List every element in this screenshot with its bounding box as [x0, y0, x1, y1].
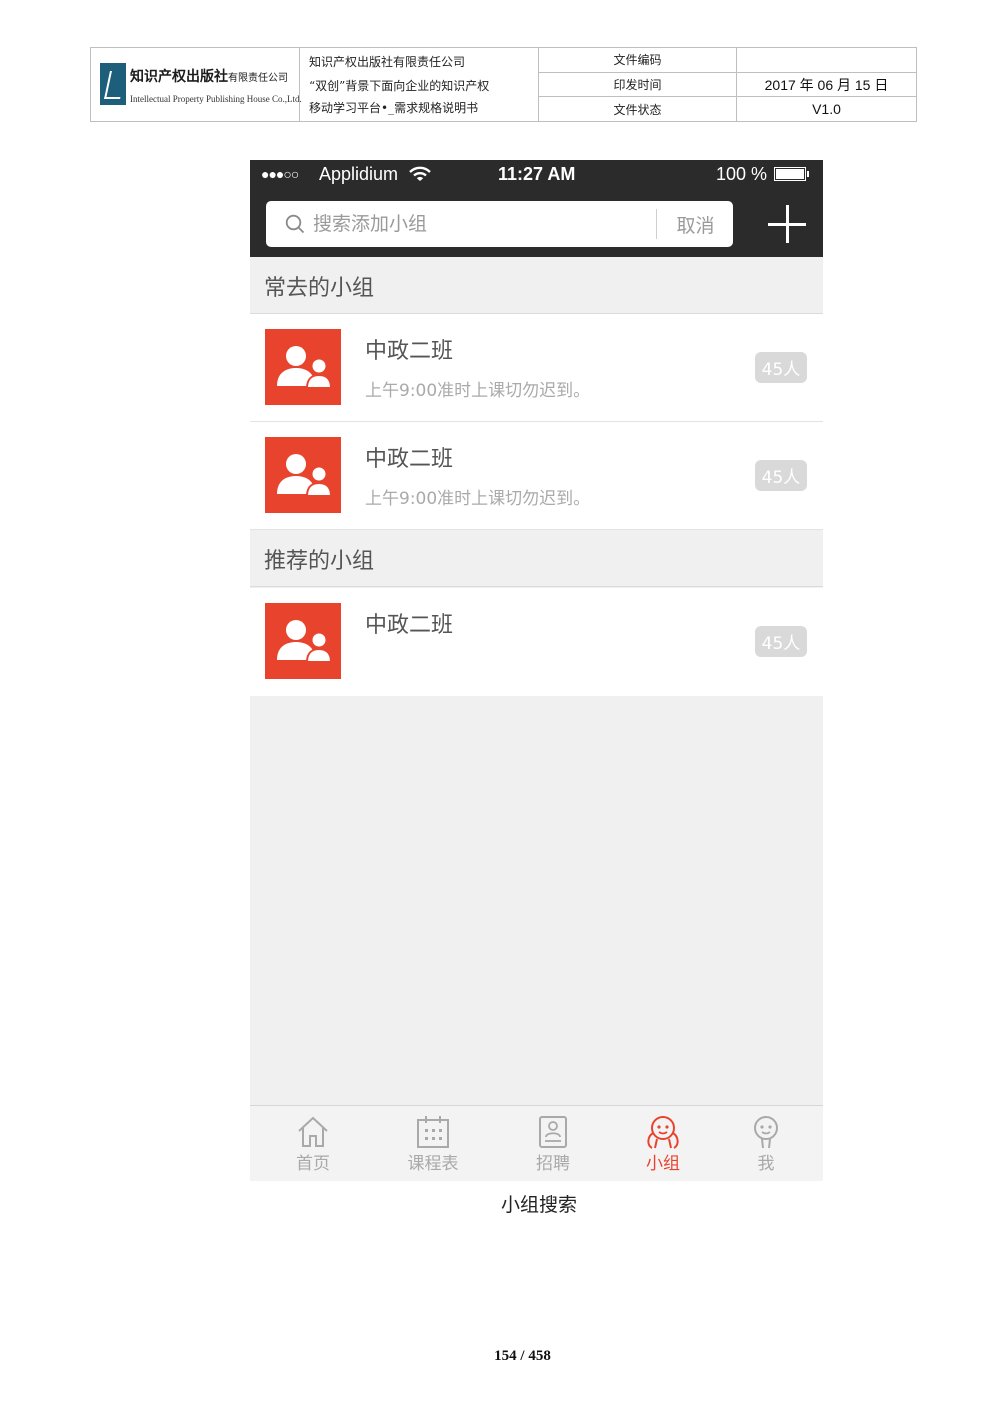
section-header-frequent: 常去的小组 — [250, 257, 823, 314]
battery-percent: 100 % — [716, 164, 768, 184]
search-icon — [285, 214, 305, 234]
tab-label: 招聘 — [536, 1154, 570, 1174]
group-avatar — [265, 603, 341, 679]
group-icon — [647, 1116, 679, 1149]
cancel-button[interactable]: 取消 — [658, 201, 733, 247]
top-bar: ●●●○○ Applidium 11:27 AM 100 % 取消 — [250, 160, 823, 257]
profile-icon — [754, 1116, 778, 1149]
group-people-icon — [277, 454, 333, 497]
wifi-icon — [409, 166, 431, 181]
battery-icon — [774, 167, 809, 181]
group-people-icon — [277, 620, 333, 663]
page-number: 154 / 458 — [494, 1348, 551, 1364]
section-title: 常去的小组 — [264, 276, 375, 301]
member-count-badge: 45人 — [755, 460, 807, 491]
meta-label-status: 文件状态 — [613, 102, 662, 117]
bottom-tab-bar: 首页 课程表 招聘 小组 我 — [250, 1105, 823, 1181]
meta-label-code: 文件编码 — [539, 48, 736, 73]
group-description: 上午9:00准时上课切勿迟到。 — [365, 381, 591, 401]
logo-company-cn: 知识产权出版社 — [130, 69, 228, 85]
group-list-item[interactable]: 中政二班 45人 — [250, 588, 823, 696]
search-divider — [656, 209, 657, 239]
meta-value-status: V1.0 — [812, 101, 841, 118]
meta-label-date: 印发时间 — [539, 73, 736, 98]
tab-home[interactable]: 首页 — [288, 1106, 338, 1181]
group-description: 上午9:00准时上课切勿迟到。 — [365, 489, 591, 509]
carrier-name: Applidium — [319, 164, 399, 184]
tab-label: 课程表 — [407, 1154, 459, 1174]
logo-company-suffix: 有限责任公司 — [228, 73, 288, 84]
group-name: 中政二班 — [365, 613, 454, 638]
tab-schedule[interactable]: 课程表 — [403, 1106, 463, 1181]
member-count-badge: 45人 — [755, 352, 807, 383]
tab-label: 首页 — [296, 1154, 330, 1174]
tab-label: 小组 — [646, 1154, 680, 1174]
search-bar: 取消 — [266, 201, 733, 247]
tab-recruit[interactable]: 招聘 — [528, 1106, 578, 1181]
meta-value-code — [737, 48, 916, 73]
meta-value-date: 2017 年 06 月 15 日 — [737, 73, 916, 98]
calendar-icon — [417, 1116, 449, 1148]
tab-me[interactable]: 我 — [749, 1106, 783, 1181]
search-input[interactable] — [313, 208, 643, 240]
resume-icon — [539, 1116, 567, 1148]
tab-groups[interactable]: 小组 — [638, 1106, 688, 1181]
logo-mark-icon — [100, 63, 126, 105]
home-icon — [298, 1116, 328, 1147]
section-title: 推荐的小组 — [264, 549, 375, 574]
document-title-line1: 知识产权出版社有限责任公司 — [309, 55, 466, 69]
figure-caption: 小组搜索 — [500, 1194, 577, 1216]
document-title-line2: “双创”背景下面向企业的知识产权 — [309, 79, 490, 93]
status-bar: ●●●○○ Applidium 11:27 AM 100 % — [250, 160, 823, 190]
document-title-line3: 移动学习平台•_需求规格说明书 — [309, 101, 479, 115]
document-title: 知识产权出版社有限责任公司 “双创”背景下面向企业的知识产权 移动学习平台•_需… — [300, 48, 539, 121]
status-time: 11:27 AM — [498, 164, 576, 184]
publisher-logo: 知识产权出版社有限责任公司 Intellectual Property Publ… — [91, 48, 302, 121]
logo-company-en: Intellectual Property Publishing House C… — [130, 94, 302, 104]
tab-label: 我 — [757, 1154, 775, 1174]
meta-labels: 文件编码 印发时间 文件状态 — [539, 48, 737, 121]
section-header-recommended: 推荐的小组 — [250, 530, 823, 587]
phone-screenshot: ●●●○○ Applidium 11:27 AM 100 % 取消 常去的小组 — [250, 160, 823, 1181]
group-avatar — [265, 437, 341, 513]
group-people-icon — [277, 346, 333, 389]
group-list-item[interactable]: 中政二班 上午9:00准时上课切勿迟到。 45人 — [250, 422, 823, 530]
group-name: 中政二班 — [365, 447, 454, 472]
add-group-button[interactable] — [768, 205, 806, 243]
group-avatar — [265, 329, 341, 405]
meta-values: 2017 年 06 月 15 日 V1.0 — [737, 48, 916, 121]
member-count-badge: 45人 — [755, 626, 807, 657]
group-list-item[interactable]: 中政二班 上午9:00准时上课切勿迟到。 45人 — [250, 314, 823, 422]
document-header: 知识产权出版社有限责任公司 Intellectual Property Publ… — [90, 47, 917, 122]
signal-strength: ●●●○○ — [261, 166, 299, 182]
group-name: 中政二班 — [365, 339, 454, 364]
